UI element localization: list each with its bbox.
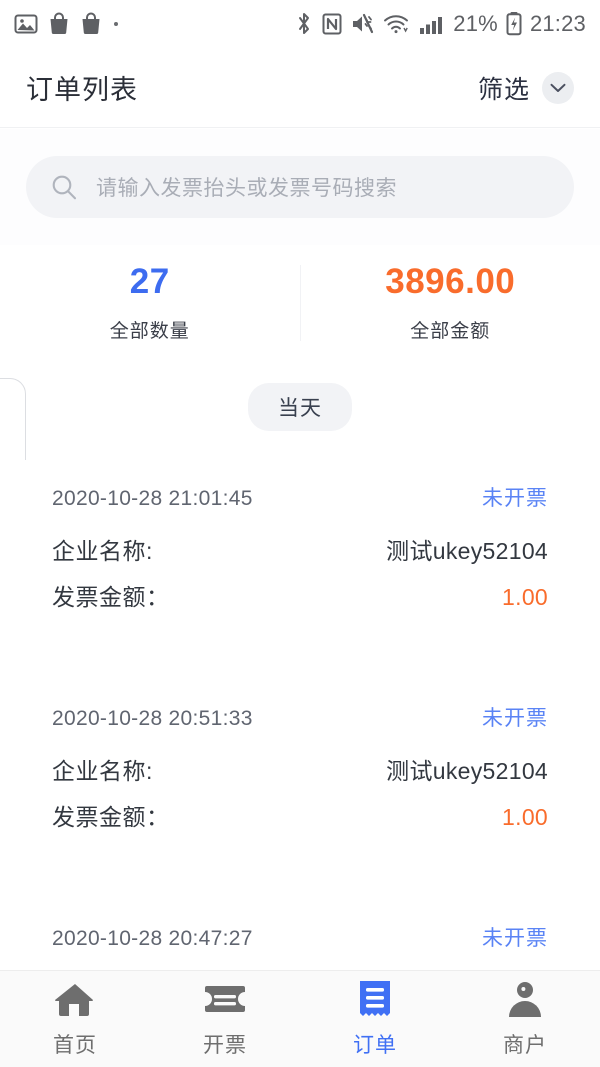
order-company-row: 企业名称: 测试ukey52104 (52, 532, 548, 578)
search-placeholder: 请输入发票抬头或发票号码搜索 (96, 177, 397, 200)
order-amount-label: 发票金额： (52, 804, 170, 830)
order-company-label: 企业名称: (52, 538, 153, 564)
dot-icon (114, 22, 118, 26)
order-header-row: 2020-10-28 20:51:33 未开票 (52, 702, 548, 752)
stat-amount-value: 3896.00 (385, 262, 516, 301)
order-list-item[interactable]: 2020-10-28 20:51:33 未开票 企业名称: 测试ukey5210… (0, 680, 600, 856)
tab-orders-label: 订单 (353, 1034, 397, 1057)
order-amount-row: 发票金额： 1.00 (52, 578, 548, 624)
search-icon (50, 173, 78, 201)
order-company-value: 测试ukey52104 (386, 538, 548, 564)
order-list-item[interactable]: 2020-10-28 21:01:45 未开票 企业名称: 测试ukey5210… (0, 460, 600, 636)
search-input[interactable]: 请输入发票抬头或发票号码搜索 (26, 156, 574, 218)
signal-icon (419, 12, 445, 36)
order-status-badge: 未开票 (482, 707, 548, 730)
mute-icon (351, 11, 375, 37)
tab-home[interactable]: 首页 (0, 979, 150, 1059)
order-header-row: 2020-10-28 21:01:45 未开票 (52, 482, 548, 532)
order-header-row: 2020-10-28 20:47:27 未开票 (52, 922, 548, 970)
stat-total-count: 27 全部数量 (0, 262, 300, 343)
order-company-row: 企业名称: 测试ukey52104 (52, 752, 548, 798)
battery-percent: 21% (453, 11, 498, 36)
person-icon (505, 979, 545, 1021)
order-list-item[interactable]: 2020-10-28 20:47:27 未开票 企业名称: 测试ukey5210… (0, 900, 600, 970)
wifi-icon (383, 12, 411, 36)
page-header: 订单列表 筛选 (0, 48, 600, 128)
order-time: 2020-10-28 20:47:27 (52, 927, 253, 950)
order-time: 2020-10-28 21:01:45 (52, 487, 253, 510)
stat-total-amount: 3896.00 全部金额 (301, 262, 600, 343)
order-company-value: 测试ukey52104 (386, 758, 548, 784)
order-list[interactable]: 2020-10-28 21:01:45 未开票 企业名称: 测试ukey5210… (0, 460, 600, 970)
battery-icon (506, 11, 522, 37)
tab-home-label: 首页 (53, 1034, 97, 1057)
bottom-tab-bar: 首页 开票 订单 商户 (0, 970, 600, 1067)
image-icon (14, 12, 38, 36)
day-group-header: 当天 (0, 383, 600, 431)
chevron-down-icon[interactable] (542, 71, 574, 104)
page-title: 订单列表 (26, 75, 138, 105)
status-bar-right: 21% 21:23 (295, 11, 586, 37)
app-screen: 21% 21:23 订单列表 筛选 请输入发票抬头或发票号码搜索 27 全部数量… (0, 0, 600, 1067)
status-bar: 21% 21:23 (0, 0, 600, 48)
search-section: 请输入发票抬头或发票号码搜索 (0, 129, 600, 245)
list-gap (0, 636, 600, 680)
stat-amount-label: 全部金额 (410, 321, 491, 342)
order-amount-row: 发票金额： 1.00 (52, 798, 548, 844)
order-status-badge: 未开票 (482, 927, 548, 950)
tab-merchant-label: 商户 (503, 1034, 547, 1057)
order-amount-value: 1.00 (502, 584, 548, 610)
bluetooth-icon (295, 11, 313, 37)
status-bar-left (14, 12, 118, 36)
summary-stats: 27 全部数量 3896.00 全部金额 (0, 245, 600, 360)
tab-invoice-label: 开票 (203, 1034, 247, 1057)
home-icon (54, 979, 96, 1021)
ticket-icon (203, 979, 247, 1021)
tab-invoice[interactable]: 开票 (150, 979, 300, 1059)
filter-button[interactable]: 筛选 (478, 70, 574, 106)
tab-orders[interactable]: 订单 (300, 979, 450, 1059)
stat-count-value: 27 (129, 262, 170, 301)
day-pill-label[interactable]: 当天 (248, 383, 352, 431)
bag-icon (48, 12, 70, 36)
bag-icon (80, 12, 102, 36)
tab-merchant[interactable]: 商户 (450, 979, 600, 1059)
order-time: 2020-10-28 20:51:33 (52, 707, 253, 730)
clock-time: 21:23 (529, 11, 586, 36)
stat-count-label: 全部数量 (109, 321, 190, 342)
nfc-icon (321, 11, 343, 37)
filter-label: 筛选 (477, 75, 530, 104)
order-company-label: 企业名称: (52, 758, 153, 784)
order-amount-label: 发票金额： (52, 584, 170, 610)
order-amount-value: 1.00 (502, 804, 548, 830)
receipt-icon (356, 979, 394, 1021)
list-gap (0, 856, 600, 900)
order-status-badge: 未开票 (482, 487, 548, 510)
